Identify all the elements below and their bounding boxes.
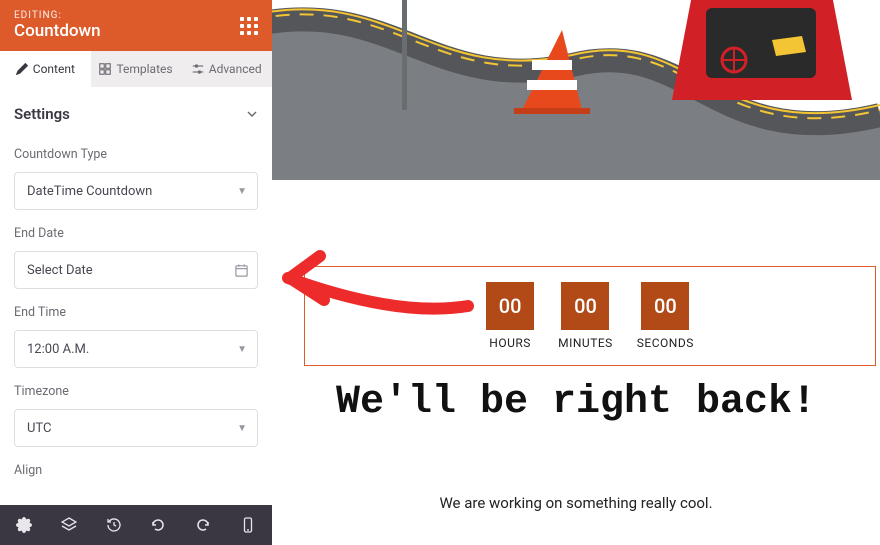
caret-down-icon: ▼: [237, 423, 247, 434]
pencil-icon: [16, 63, 28, 75]
countdown-minutes: 00 MINUTES: [558, 282, 613, 350]
history-button[interactable]: [97, 507, 130, 543]
caret-down-icon: ▼: [237, 186, 247, 197]
field-countdown-type: Countdown Type DateTime Countdown ▼: [14, 147, 258, 210]
countdown-type-select[interactable]: DateTime Countdown ▼: [14, 172, 258, 210]
field-end-time: End Time 12:00 A.M. ▼: [14, 305, 258, 368]
drag-handle-icon[interactable]: [240, 17, 258, 35]
minutes-value: 00: [561, 282, 609, 330]
align-label: Align: [14, 463, 258, 478]
page-headline: We'll be right back!: [276, 380, 876, 426]
chevron-down-icon: [246, 108, 258, 120]
countdown-hours: 00 HOURS: [486, 282, 534, 350]
redo-button[interactable]: [187, 507, 220, 543]
caret-down-icon: ▼: [237, 344, 247, 355]
bottom-toolbar: [0, 505, 272, 545]
sidebar-header: EDITING: Countdown: [0, 0, 272, 51]
field-end-date: End Date Select Date: [14, 226, 258, 289]
preview-canvas: 00 HOURS 00 MINUTES 00 SECONDS We'll be …: [272, 0, 880, 545]
templates-icon: [99, 63, 111, 75]
end-time-select[interactable]: 12:00 A.M. ▼: [14, 330, 258, 368]
countdown-widget[interactable]: 00 HOURS 00 MINUTES 00 SECONDS: [304, 266, 876, 366]
editor-sidebar: EDITING: Countdown Content Templates Adv…: [0, 0, 272, 545]
tab-templates-label: Templates: [116, 62, 172, 76]
end-date-label: End Date: [14, 226, 258, 241]
editing-label: EDITING:: [14, 10, 101, 21]
minutes-label: MINUTES: [558, 336, 613, 350]
section-title: Settings: [14, 105, 70, 123]
layers-icon: [61, 517, 77, 533]
settings-button[interactable]: [8, 507, 41, 543]
end-date-input[interactable]: Select Date: [14, 251, 258, 289]
editor-tabs: Content Templates Advanced: [0, 51, 272, 87]
page-subtext: We are working on something really cool.: [276, 494, 876, 512]
tab-content-label: Content: [33, 62, 75, 76]
section-header[interactable]: Settings: [14, 97, 258, 131]
sliders-icon: [192, 63, 204, 75]
tab-advanced-label: Advanced: [209, 62, 262, 76]
field-timezone: Timezone UTC ▼: [14, 384, 258, 447]
tab-advanced[interactable]: Advanced: [181, 51, 272, 87]
tab-content[interactable]: Content: [0, 51, 91, 87]
calendar-icon: [234, 263, 249, 278]
end-time-value: 12:00 A.M.: [27, 342, 89, 357]
responsive-button[interactable]: [231, 507, 264, 543]
hours-label: HOURS: [489, 336, 531, 350]
timezone-label: Timezone: [14, 384, 258, 399]
layers-button[interactable]: [53, 507, 86, 543]
widget-name: Countdown: [14, 21, 101, 41]
gear-icon: [16, 517, 32, 533]
end-time-label: End Time: [14, 305, 258, 320]
timezone-select[interactable]: UTC ▼: [14, 409, 258, 447]
hero-illustration: [272, 0, 880, 180]
end-date-value: Select Date: [27, 263, 93, 278]
undo-icon: [150, 517, 166, 533]
countdown-seconds: 00 SECONDS: [637, 282, 694, 350]
timezone-value: UTC: [27, 421, 51, 436]
countdown-type-label: Countdown Type: [14, 147, 258, 162]
header-text: EDITING: Countdown: [14, 10, 101, 41]
countdown-type-value: DateTime Countdown: [27, 184, 152, 199]
tab-templates[interactable]: Templates: [91, 51, 182, 87]
seconds-value: 00: [641, 282, 689, 330]
history-icon: [106, 517, 122, 533]
undo-button[interactable]: [142, 507, 175, 543]
hours-value: 00: [486, 282, 534, 330]
field-align: Align: [14, 463, 258, 478]
settings-panel: Settings Countdown Type DateTime Countdo…: [0, 87, 272, 545]
seconds-label: SECONDS: [637, 336, 694, 350]
redo-icon: [195, 517, 211, 533]
mobile-icon: [240, 517, 256, 533]
